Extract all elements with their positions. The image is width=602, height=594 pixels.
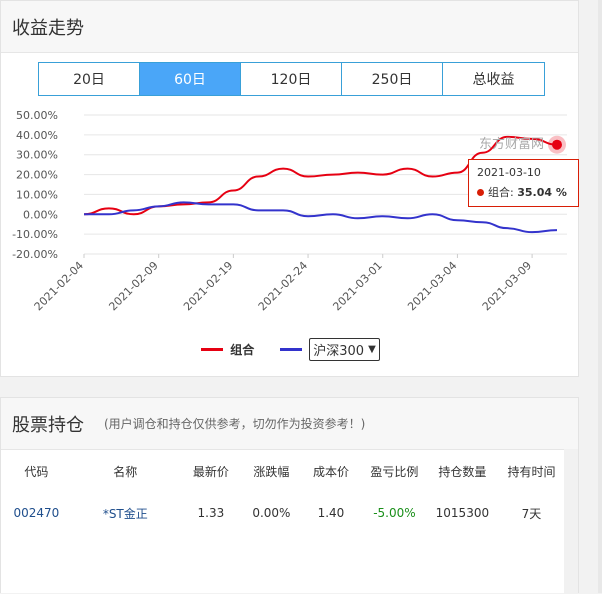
- y-tick-label: 10.00%: [16, 188, 58, 201]
- holdings-hint: (用户调仓和持仓仅供参考，切勿作为投资参考！): [104, 417, 366, 431]
- chart-legend: 组合 沪深300 ▼: [1, 338, 580, 361]
- right-edge-panel: [598, 0, 602, 593]
- legend-blue-line-icon: [280, 348, 303, 351]
- cell-pl-ratio: -5.00%: [373, 506, 416, 520]
- holdings-table: 代码 名称 最新价 涨跌幅 成本价 盈亏比例 持仓数量 持有时间 002470 …: [1, 450, 565, 534]
- x-tick-label: 2021-03-09: [480, 259, 534, 313]
- x-tick-label: 2021-02-19: [181, 259, 235, 313]
- col-price: 最新价: [192, 464, 229, 479]
- legend-benchmark[interactable]: 沪深300 ▼: [280, 338, 380, 361]
- series-dot-icon: [477, 188, 484, 196]
- y-tick-label: 50.00%: [16, 109, 58, 122]
- holdings-header: 股票持仓 (用户调仓和持仓仅供参考，切勿作为投资参考！): [1, 398, 578, 450]
- col-pl-ratio: 盈亏比例: [370, 464, 419, 479]
- x-tick-label: 2021-02-09: [106, 259, 160, 313]
- cell-cost: 1.40: [317, 506, 345, 520]
- trend-panel: 收益走势 20日 60日 120日 250日 总收益 50.00% 40.00% 3…: [0, 0, 579, 377]
- cell-change: 0.00%: [252, 506, 291, 520]
- watermark: 东方财富网: [479, 137, 545, 152]
- benchmark-select-value: 沪深300: [313, 344, 365, 359]
- col-name: 名称: [113, 464, 138, 479]
- cell-code[interactable]: 002470: [1, 492, 72, 534]
- table-row: 002470 *ST金正 1.33 0.00% 1.40 -5.00% 1015…: [1, 492, 565, 534]
- chevron-down-icon: ▼: [368, 344, 376, 355]
- x-tick-label: 2021-02-04: [32, 259, 86, 313]
- tooltip-date: 2021-03-10: [477, 166, 541, 179]
- benchmark-select[interactable]: 沪深300 ▼: [309, 338, 380, 361]
- y-tick-label: 0.00%: [23, 208, 58, 221]
- x-tick-label: 2021-02-24: [256, 259, 310, 313]
- col-change: 涨跌幅: [253, 464, 290, 479]
- holdings-title: 股票持仓: [12, 414, 84, 436]
- y-tick-label: -20.00%: [12, 248, 58, 261]
- y-tick-label: 20.00%: [16, 169, 58, 182]
- holdings-panel: 股票持仓 (用户调仓和持仓仅供参考，切勿作为投资参考！) 代码 名称 最新价 涨…: [0, 397, 579, 594]
- chart-tooltip: 2021-03-10 组合: 35.04 %: [468, 159, 579, 207]
- x-tick-label: 2021-03-04: [405, 259, 459, 313]
- tooltip-value-row: 组合: 35.04 %: [477, 184, 578, 200]
- cell-hold-time: 7天: [521, 506, 542, 521]
- cell-quantity: 1015300: [435, 506, 490, 520]
- col-quantity: 持仓数量: [438, 464, 487, 479]
- col-hold-time: 持有时间: [507, 464, 556, 479]
- cell-price: 1.33: [197, 506, 225, 520]
- legend-portfolio-label: 组合: [230, 343, 255, 357]
- cell-name[interactable]: *ST金正: [72, 492, 179, 534]
- y-tick-label: 40.00%: [16, 129, 58, 142]
- y-tick-label: 30.00%: [16, 149, 58, 162]
- highlight-point: [552, 139, 562, 150]
- col-code: 代码: [24, 464, 49, 479]
- tooltip-label: 组合: [488, 186, 510, 199]
- y-tick-label: -10.00%: [12, 228, 58, 241]
- tooltip-value: 35.04 %: [517, 185, 567, 199]
- col-cost: 成本价: [312, 464, 349, 479]
- scrollbar[interactable]: [564, 449, 578, 594]
- table-header-row: 代码 名称 最新价 涨跌幅 成本价 盈亏比例 持仓数量 持有时间: [1, 450, 565, 492]
- x-tick-label: 2021-03-01: [330, 259, 384, 313]
- legend-portfolio[interactable]: 组合: [201, 341, 254, 358]
- legend-red-line-icon: [201, 348, 224, 351]
